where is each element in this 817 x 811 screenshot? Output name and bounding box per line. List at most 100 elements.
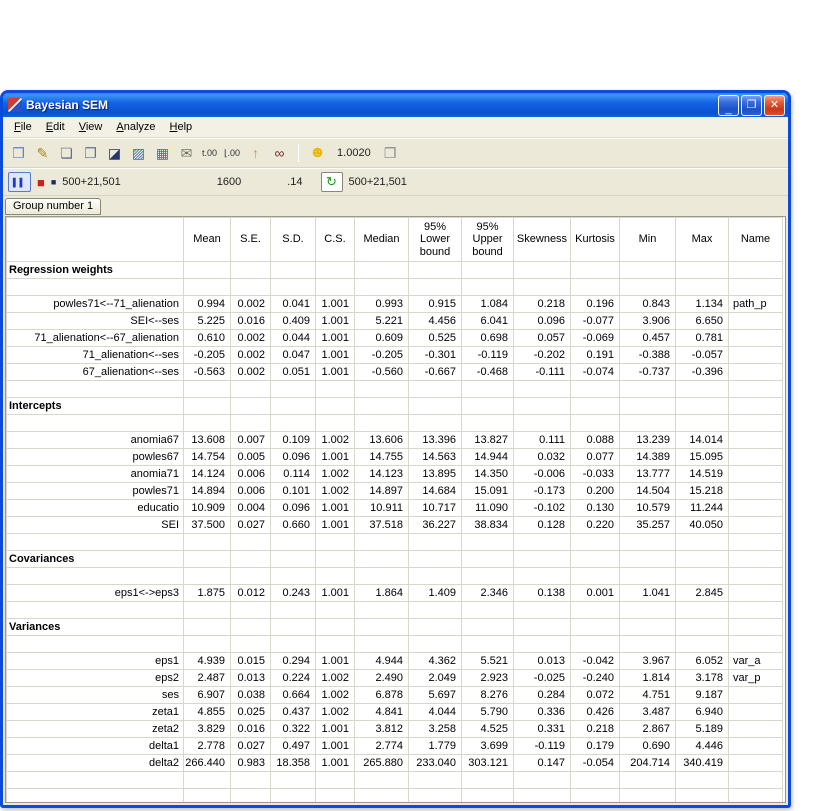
- data-row[interactable]: 71_alienation<--ses-0.2050.0020.0471.001…: [7, 347, 783, 364]
- title-bar[interactable]: Bayesian SEM _ ❐ ✕: [3, 93, 788, 117]
- data-row[interactable]: SEI37.5000.0270.6601.00137.51836.22738.8…: [7, 517, 783, 534]
- chart-icon[interactable]: ◪: [104, 143, 125, 163]
- data-row[interactable]: powles6714.7540.0050.0961.00114.75514.56…: [7, 449, 783, 466]
- data-row[interactable]: 71_alienation<--67_alienation0.6100.0020…: [7, 330, 783, 347]
- document-icon[interactable]: ❏: [56, 143, 77, 163]
- value-cell: [620, 262, 676, 279]
- name-cell: [729, 449, 783, 466]
- value-cell: [620, 279, 676, 296]
- value-cell: 0.088: [571, 432, 620, 449]
- value-cell: 0.660: [271, 517, 316, 534]
- menu-file[interactable]: File: [7, 119, 39, 135]
- data-row[interactable]: zeta23.8290.0160.3221.0013.8123.2584.525…: [7, 721, 783, 738]
- value-cell: [231, 381, 271, 398]
- value-cell: -0.069: [571, 330, 620, 347]
- maximize-button[interactable]: ❐: [741, 95, 762, 116]
- increase-decimal-icon[interactable]: t.00: [200, 143, 219, 163]
- data-row[interactable]: powles71<--71_alienation0.9940.0020.0411…: [7, 296, 783, 313]
- data-row[interactable]: delta12.7780.0270.4971.0012.7741.7793.69…: [7, 738, 783, 755]
- tab-group-number-1[interactable]: Group number 1: [5, 198, 101, 215]
- row-label: delta1: [7, 738, 184, 755]
- value-cell: 6.052: [676, 653, 729, 670]
- data-row[interactable]: eps14.9390.0150.2941.0014.9444.3625.5210…: [7, 653, 783, 670]
- minimize-button[interactable]: _: [718, 95, 739, 116]
- value-cell: 0.015: [231, 653, 271, 670]
- name-cell: [729, 398, 783, 415]
- client-area: FileEditViewAnalyzeHelp ❒✎❏❐◪▨▦✉t.00⌊.00…: [3, 117, 788, 805]
- value-cell: 14.389: [620, 449, 676, 466]
- value-cell: 13.239: [620, 432, 676, 449]
- refresh-button[interactable]: ↻: [321, 172, 343, 192]
- value-cell: [571, 279, 620, 296]
- print-posterior-icon[interactable]: ❒: [380, 143, 401, 163]
- stop-icon[interactable]: ■: [37, 175, 45, 190]
- data-row[interactable]: eps1<->eps31.8750.0120.2431.0011.8641.40…: [7, 585, 783, 602]
- data-row[interactable]: anomia7114.1240.0060.1141.00214.12313.89…: [7, 466, 783, 483]
- row-label: [7, 602, 184, 619]
- value-cell: -0.388: [620, 347, 676, 364]
- name-cell: [729, 636, 783, 653]
- decrease-decimal-icon[interactable]: ⌊.00: [222, 143, 242, 163]
- menu-view[interactable]: View: [72, 119, 110, 135]
- value-cell: [676, 551, 729, 568]
- value-cell: 0.993: [355, 296, 409, 313]
- value-cell: 0.915: [409, 296, 462, 313]
- column-header: C.S.: [316, 218, 355, 262]
- menu-analyze[interactable]: Analyze: [109, 119, 162, 135]
- menu-help[interactable]: Help: [163, 119, 200, 135]
- value-cell: 0.294: [271, 653, 316, 670]
- data-row[interactable]: delta2266.4400.98318.3581.001265.880233.…: [7, 755, 783, 772]
- data-row[interactable]: educatio10.9090.0040.0961.00110.91110.71…: [7, 500, 783, 517]
- pause-button[interactable]: ▌▌: [8, 172, 31, 192]
- data-row[interactable]: eps22.4870.0130.2241.0022.4902.0492.923-…: [7, 670, 783, 687]
- value-cell: [409, 398, 462, 415]
- menu-edit[interactable]: Edit: [39, 119, 72, 135]
- data-row[interactable]: 67_alienation<--ses-0.5630.0020.0511.001…: [7, 364, 783, 381]
- data-row[interactable]: zeta14.8550.0250.4371.0024.8414.0445.790…: [7, 704, 783, 721]
- up-arrow-icon[interactable]: ↑: [245, 143, 266, 163]
- results-area[interactable]: MeanS.E.S.D.C.S.Median95% Lower bound95%…: [5, 216, 786, 803]
- data-row[interactable]: SEI<--ses5.2250.0160.4091.0015.2214.4566…: [7, 313, 783, 330]
- value-cell: 1.001: [316, 347, 355, 364]
- name-cell: [729, 585, 783, 602]
- close-button[interactable]: ✕: [764, 95, 785, 116]
- page-edit-icon[interactable]: ✎: [32, 143, 53, 163]
- mid-value: 1600: [217, 176, 241, 188]
- value-cell: [409, 534, 462, 551]
- value-cell: 0.128: [514, 517, 571, 534]
- mail-icon[interactable]: ✉: [176, 143, 197, 163]
- value-cell: [316, 772, 355, 789]
- value-cell: -0.119: [514, 738, 571, 755]
- convergence-smiley-icon[interactable]: ☻: [307, 143, 328, 163]
- value-cell: [355, 602, 409, 619]
- value-cell: [184, 619, 231, 636]
- data-row[interactable]: powles7114.8940.0060.1011.00214.89714.68…: [7, 483, 783, 500]
- value-cell: [316, 534, 355, 551]
- value-cell: 0.457: [620, 330, 676, 347]
- value-cell: 0.409: [271, 313, 316, 330]
- print-icon[interactable]: ❒: [8, 143, 29, 163]
- value-cell: [676, 534, 729, 551]
- copy-icon[interactable]: ❐: [80, 143, 101, 163]
- data-row[interactable]: anomia6713.6080.0070.1091.00213.60613.39…: [7, 432, 783, 449]
- data-row[interactable]: ses6.9070.0380.6641.0026.8785.6978.2760.…: [7, 687, 783, 704]
- binoculars-icon[interactable]: ∞: [269, 143, 290, 163]
- value-cell: [184, 772, 231, 789]
- section-row: Variances: [7, 619, 783, 636]
- grid-icon[interactable]: ▦: [152, 143, 173, 163]
- row-label: 67_alienation<--ses: [7, 364, 184, 381]
- value-cell: [184, 568, 231, 585]
- value-cell: [620, 381, 676, 398]
- value-cell: 0.781: [676, 330, 729, 347]
- row-label: educatio: [7, 500, 184, 517]
- image-icon[interactable]: ▨: [128, 143, 149, 163]
- value-cell: [571, 534, 620, 551]
- name-cell: [729, 721, 783, 738]
- row-label: SEI<--ses: [7, 313, 184, 330]
- value-cell: [231, 772, 271, 789]
- value-cell: 13.608: [184, 432, 231, 449]
- value-cell: [316, 415, 355, 432]
- column-header: Kurtosis: [571, 218, 620, 262]
- row-label: SEI: [7, 517, 184, 534]
- value-cell: -0.468: [462, 364, 514, 381]
